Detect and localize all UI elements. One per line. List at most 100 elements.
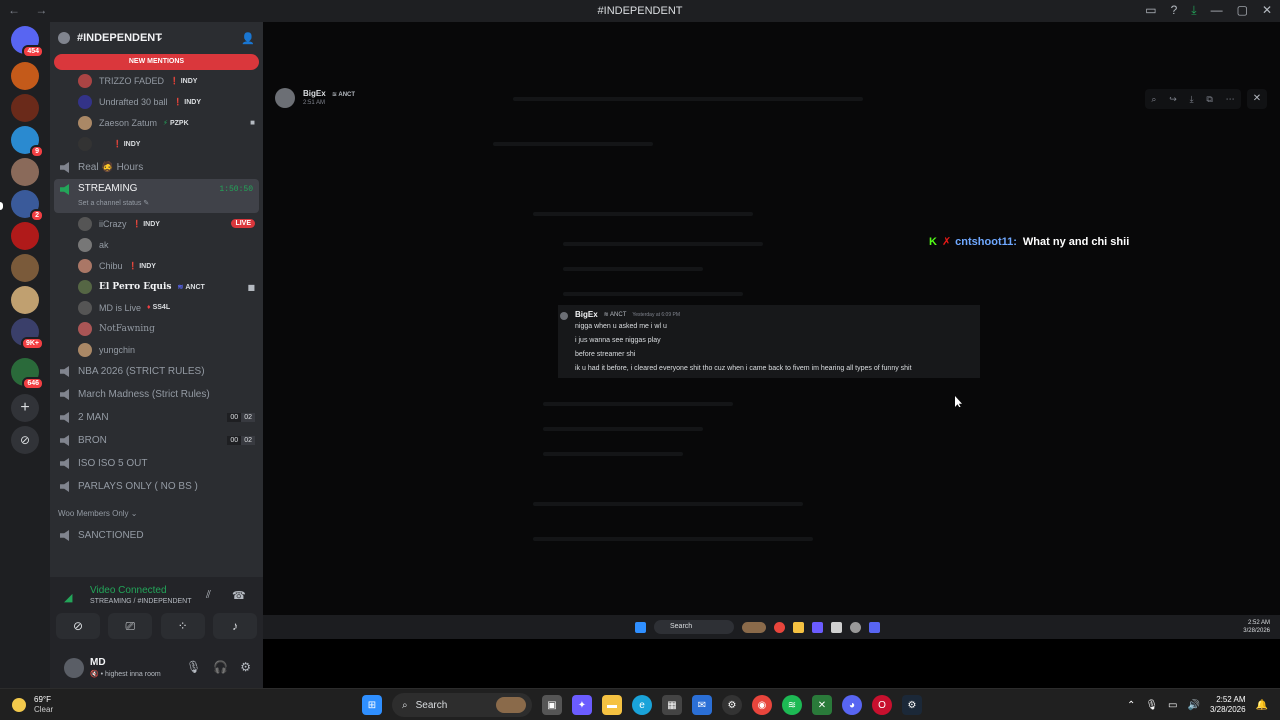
server-folder[interactable]: 646 bbox=[11, 358, 44, 390]
avatar bbox=[78, 279, 92, 294]
server-icon[interactable]: 2 bbox=[11, 190, 44, 222]
faded-line bbox=[543, 452, 683, 456]
avatar bbox=[78, 237, 92, 252]
store-icon[interactable]: ▦ bbox=[662, 695, 682, 715]
headphones-icon[interactable]: 🎧 bbox=[213, 660, 228, 674]
battery-icon[interactable]: ▭ bbox=[1168, 700, 1177, 711]
volume-icon[interactable]: 🔊 bbox=[1188, 700, 1200, 711]
download-icon[interactable]: ⤓ bbox=[1190, 94, 1194, 105]
gear-icon[interactable]: ⚙ bbox=[240, 660, 251, 674]
voice-channel[interactable]: NBA 2026 (STRICT RULES) bbox=[50, 360, 263, 383]
help-icon[interactable]: ? bbox=[1171, 3, 1178, 18]
voice-user[interactable]: El Perro Equis ≋ ANCT ■ bbox=[50, 276, 263, 297]
discover-icon[interactable]: ⊘ bbox=[11, 426, 39, 454]
voice-channel-real-hours[interactable]: Real 🧔 Hours bbox=[50, 156, 263, 179]
voice-user[interactable]: iiCrazy ❗ INDY LIVE bbox=[50, 213, 263, 234]
chrome-icon bbox=[774, 621, 785, 633]
more-icon[interactable]: ⋯ bbox=[1226, 94, 1235, 105]
maximize-button[interactable]: ▢ bbox=[1237, 3, 1248, 18]
voice-user[interactable]: Undrafted 30 ball ❗ INDY bbox=[50, 91, 263, 112]
voice-user[interactable]: ❗ INDY bbox=[50, 133, 263, 154]
xbox-icon[interactable]: ✕ bbox=[812, 695, 832, 715]
microphone-icon[interactable]: 🎙 bbox=[1145, 700, 1158, 711]
reply-icon[interactable]: ↪ bbox=[1169, 94, 1177, 105]
server-icon[interactable] bbox=[11, 158, 39, 186]
voice-channel[interactable]: PARLAYS ONLY ( NO BS ) bbox=[50, 475, 263, 498]
task-view-icon[interactable]: ▣ bbox=[542, 695, 562, 715]
popout-icon[interactable]: ⧉ bbox=[1206, 94, 1212, 105]
tag-text: INDY bbox=[143, 220, 160, 228]
steam-icon[interactable]: ⚙ bbox=[902, 695, 922, 715]
minimize-button[interactable]: — bbox=[1211, 3, 1223, 18]
notification-icon[interactable]: 🔔 bbox=[1256, 700, 1268, 711]
weather-widget[interactable]: 69°F Clear bbox=[12, 695, 53, 715]
voice-channel[interactable]: March Madness (Strict Rules) bbox=[50, 383, 263, 406]
avatar[interactable] bbox=[64, 658, 84, 678]
avatar[interactable] bbox=[275, 88, 295, 108]
voice-user[interactable]: TRIZZO FADED ❗ INDY bbox=[50, 70, 263, 91]
microphone-icon[interactable]: 🎙 bbox=[186, 660, 201, 674]
camera-off-button[interactable]: ⊘ bbox=[56, 613, 100, 639]
spotify-icon[interactable]: ≋ bbox=[782, 695, 802, 715]
speaker-icon bbox=[60, 389, 69, 400]
copilot-icon[interactable]: ✦ bbox=[572, 695, 592, 715]
soundboard-button[interactable]: ♪ bbox=[212, 613, 257, 639]
clan-tag: ≋ ANCT bbox=[177, 283, 204, 291]
noise-suppression-icon[interactable]: ⫽ bbox=[206, 589, 211, 602]
server-icon[interactable] bbox=[11, 62, 39, 90]
download-icon[interactable]: ⤓ bbox=[1191, 3, 1196, 18]
invite-icon[interactable]: 👤 bbox=[241, 32, 255, 45]
close-stream-button[interactable]: ✕ bbox=[1247, 89, 1267, 109]
live-badge[interactable]: LIVE bbox=[231, 219, 255, 228]
opera-icon[interactable]: O bbox=[872, 695, 892, 715]
voice-channel[interactable]: ISO ISO 5 OUT bbox=[50, 452, 263, 475]
tag-icon: ❗ bbox=[173, 98, 183, 106]
taskbar-search[interactable]: ⌕ Search bbox=[392, 693, 532, 717]
voice-status-text[interactable]: Video Connected bbox=[90, 585, 240, 596]
channel-status[interactable]: Set a channel status ✎ bbox=[78, 199, 149, 207]
voice-location[interactable]: STREAMING / #INDEPENDENT bbox=[90, 598, 240, 605]
server-header[interactable]: #INDEPENDENT ⌄ 👤 bbox=[50, 22, 263, 54]
new-mentions-banner[interactable]: NEW MENTIONS bbox=[54, 54, 259, 70]
user-panel: MD 🔇 • highest inna room 🎙 🎧 ⚙ bbox=[50, 649, 263, 688]
category-header[interactable]: Woo Members Only ⌄ bbox=[50, 502, 263, 524]
disconnect-icon[interactable]: ☎ bbox=[232, 589, 246, 602]
user-limit: 00 02 bbox=[227, 436, 255, 445]
server-icon[interactable]: 9 bbox=[11, 126, 44, 158]
voice-channel-sanctioned[interactable]: SANCTIONED bbox=[50, 524, 263, 547]
close-button[interactable]: ✕ bbox=[1262, 3, 1272, 18]
voice-channel[interactable]: 2 MAN 00 02 bbox=[50, 406, 263, 429]
start-button[interactable]: ⊞ bbox=[362, 695, 382, 715]
server-icon[interactable] bbox=[11, 254, 39, 282]
clock[interactable]: 2:52 AM 3/28/2026 bbox=[1210, 695, 1246, 715]
voice-user[interactable]: yungchin bbox=[50, 339, 263, 360]
voice-user[interactable]: Chibu ❗ INDY bbox=[50, 255, 263, 276]
server-icon[interactable] bbox=[11, 94, 39, 122]
voice-channel-streaming[interactable]: STREAMING Set a channel status ✎ 1:50:50 bbox=[54, 179, 259, 213]
voice-user[interactable]: ak bbox=[50, 234, 263, 255]
voice-user[interactable]: MD is Live ♦ SS4L bbox=[50, 297, 263, 318]
edge-icon[interactable]: e bbox=[632, 695, 652, 715]
activities-button[interactable]: ⁘ bbox=[160, 613, 205, 639]
voice-user[interactable]: NotFawning bbox=[50, 318, 263, 339]
outlook-icon[interactable]: ✉ bbox=[692, 695, 712, 715]
voice-channel[interactable]: BRON 00 02 bbox=[50, 429, 263, 452]
inbox-icon[interactable]: ▭ bbox=[1145, 3, 1156, 18]
add-server-icon[interactable]: + bbox=[11, 394, 39, 422]
server-icon[interactable] bbox=[11, 286, 39, 314]
discord-icon[interactable]: ◕ bbox=[842, 695, 862, 715]
settings-icon[interactable]: ⚙ bbox=[722, 695, 742, 715]
stream-inner-taskbar: Search 2:52 AM 3/28/2026 bbox=[263, 615, 1280, 639]
clan-tag: ❗ INDY bbox=[133, 220, 160, 228]
screen-share-button[interactable]: ⎚ bbox=[108, 613, 153, 639]
server-folder[interactable]: 9K+ bbox=[11, 318, 44, 350]
chrome-icon[interactable]: ◉ bbox=[752, 695, 772, 715]
chevron-up-icon[interactable]: ⌃ bbox=[1127, 700, 1135, 711]
server-icon[interactable] bbox=[11, 222, 39, 250]
file-explorer-icon[interactable]: ▬ bbox=[602, 695, 622, 715]
home-button[interactable]: 454 bbox=[11, 26, 44, 58]
faded-line bbox=[563, 292, 743, 296]
zoom-icon[interactable]: ⌕ bbox=[1151, 94, 1156, 105]
weather-condition: Clear bbox=[34, 705, 54, 714]
voice-user[interactable]: Zaeson Zatum ⚡ PZPK ■ bbox=[50, 112, 263, 133]
